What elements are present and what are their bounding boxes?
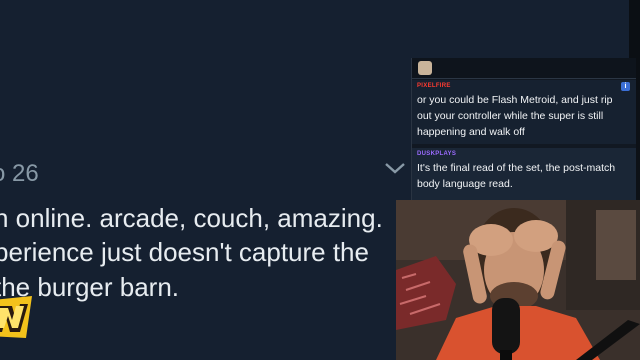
- stream-logo-icon: [0, 296, 32, 338]
- webcam-image: [396, 200, 640, 360]
- chat-message: PIXELFIRE i or you could be Flash Metroi…: [412, 80, 636, 144]
- chat-username[interactable]: DUSKPLAYS: [417, 151, 456, 157]
- chat-message-text: or you could be Flash Metroid, and just …: [417, 94, 613, 138]
- chevron-down-icon[interactable]: [384, 160, 406, 176]
- chat-overlay: PIXELFIRE i or you could be Flash Metroi…: [411, 58, 636, 200]
- tweet-text-line: n online. arcade, couch, amazing.: [0, 203, 383, 233]
- chat-message: DUSKPLAYS It's the final read of the set…: [412, 148, 636, 200]
- info-icon: i: [621, 82, 630, 91]
- chat-message-text: It's the final read of the set, the post…: [417, 162, 616, 190]
- chat-header: [412, 58, 636, 79]
- chat-avatar-icon: [418, 61, 432, 75]
- chat-username[interactable]: PIXELFIRE: [417, 83, 451, 89]
- tweet-date: o 26: [0, 160, 39, 187]
- webcam-feed: [396, 200, 640, 360]
- tweet-text-line: perience just doesn't capture the: [0, 237, 369, 267]
